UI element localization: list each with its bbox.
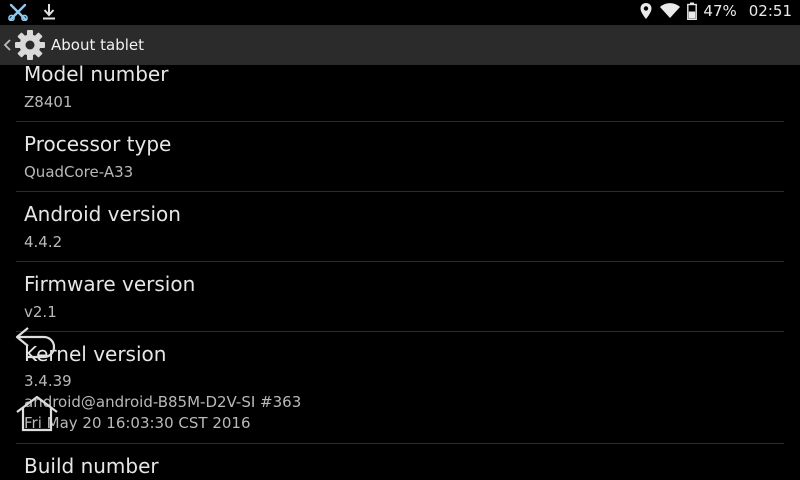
back-icon <box>15 327 56 359</box>
chevron-left-icon <box>3 39 11 51</box>
item-title: Processor type <box>24 132 172 156</box>
divider <box>16 121 784 122</box>
location-icon <box>639 2 653 20</box>
firmware-version-item[interactable]: Firmware version v2.1 <box>24 272 784 328</box>
up-navigation-button[interactable]: About tablet <box>0 25 144 65</box>
home-button[interactable] <box>14 394 62 438</box>
item-title: Model number <box>24 65 169 86</box>
system-icons: 47% 02:51 <box>639 2 792 20</box>
home-icon <box>16 395 58 432</box>
processor-type-item[interactable]: Processor type QuadCore-A33 <box>24 132 784 188</box>
build-number-item[interactable]: Build number <box>24 454 784 480</box>
item-summary: Z8401 <box>24 93 73 111</box>
divider <box>16 261 784 262</box>
item-summary: 3.4.39 android@android-B85M-D2V-SI #363 … <box>24 372 302 432</box>
model-number-item[interactable]: Model number Z8401 <box>24 65 784 121</box>
notification-icons <box>8 3 56 21</box>
battery-icon <box>687 2 698 20</box>
divider <box>16 443 784 444</box>
item-title: Android version <box>24 202 181 226</box>
screen: 47% 02:51 About tablet Model number Z840… <box>0 0 800 480</box>
clock: 02:51 <box>748 2 792 20</box>
status-bar: 47% 02:51 <box>0 0 800 25</box>
item-summary: QuadCore-A33 <box>24 163 134 181</box>
page-title: About tablet <box>51 36 144 54</box>
divider <box>16 331 784 332</box>
back-button[interactable] <box>14 322 62 366</box>
battery-percentage: 47% <box>703 2 737 20</box>
item-summary: v2.1 <box>24 303 57 321</box>
android-version-item[interactable]: Android version 4.4.2 <box>24 202 784 258</box>
settings-gear-icon <box>15 30 45 60</box>
kernel-version-item[interactable]: Kernel version 3.4.39 android@android-B8… <box>24 342 784 442</box>
download-icon <box>42 3 56 21</box>
about-list: Model number Z8401 Processor type QuadCo… <box>0 65 800 480</box>
divider <box>16 191 784 192</box>
wifi-icon <box>659 2 681 20</box>
item-title: Firmware version <box>24 272 196 296</box>
tools-icon <box>8 3 28 21</box>
action-bar: About tablet <box>0 25 800 65</box>
item-title: Build number <box>24 454 159 478</box>
item-summary: 4.4.2 <box>24 233 63 251</box>
